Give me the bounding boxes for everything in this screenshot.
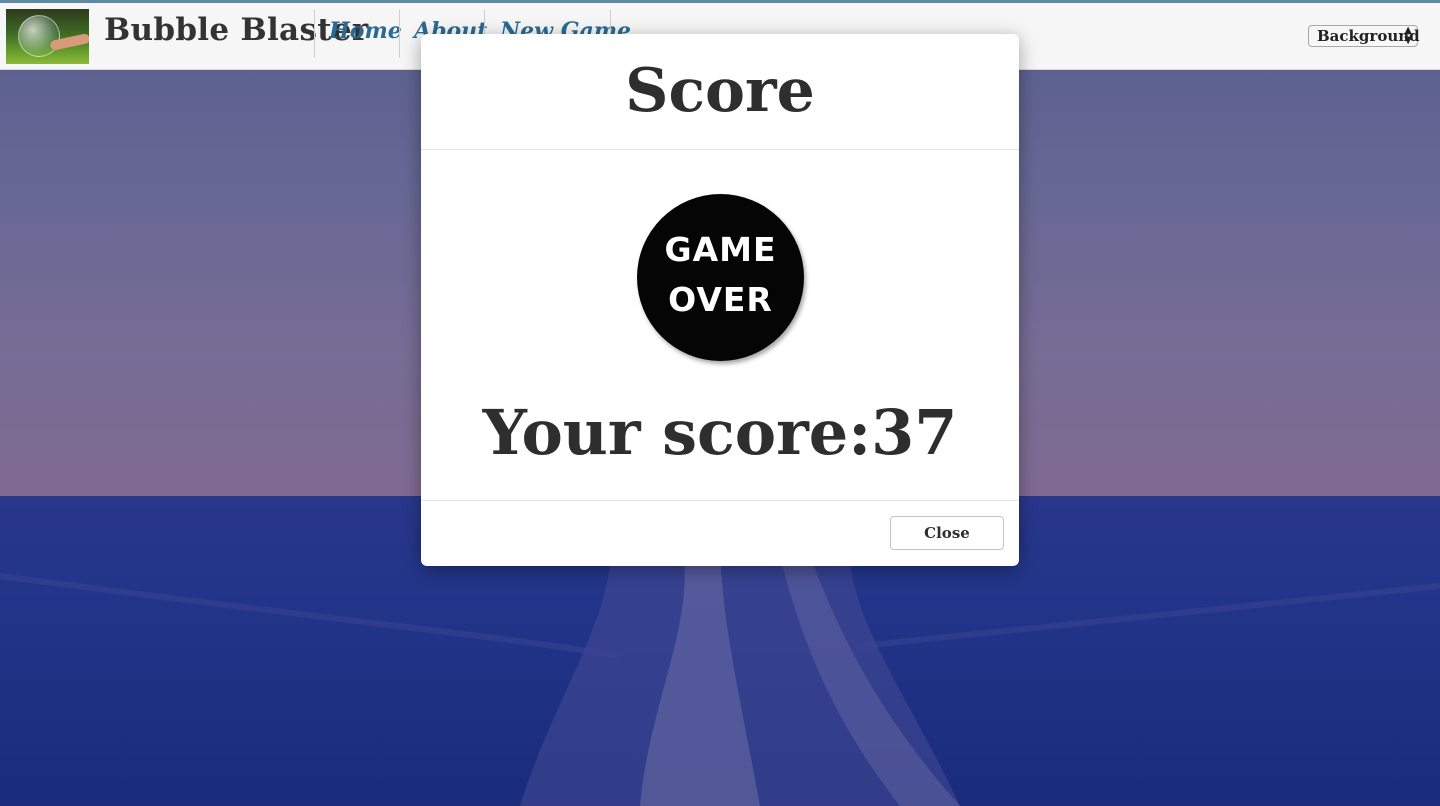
score-label: Your score: xyxy=(482,396,872,469)
score-readout: Your score:37 xyxy=(421,396,1019,469)
brand-logo-image[interactable] xyxy=(6,9,89,64)
game-over-badge: GAME OVER xyxy=(637,194,804,361)
game-over-line-2: OVER xyxy=(668,280,773,319)
background-select[interactable]: Background ▲ ▼ xyxy=(1308,25,1420,47)
nav-divider xyxy=(399,10,400,58)
score-modal: Score GAME OVER Your score:37 Close xyxy=(421,34,1019,566)
game-over-line-1: GAME xyxy=(664,230,777,269)
bubble-icon xyxy=(18,15,60,57)
close-button[interactable]: Close xyxy=(890,516,1004,550)
nav-link-home[interactable]: Home xyxy=(329,18,402,44)
modal-title: Score xyxy=(625,56,815,126)
nav-divider xyxy=(314,10,315,58)
modal-header-divider xyxy=(421,149,1019,150)
select-arrows-icon: ▲ ▼ xyxy=(1404,25,1412,46)
score-value: 37 xyxy=(871,396,958,469)
navbar-accent-line xyxy=(0,0,1440,3)
modal-footer-divider xyxy=(421,500,1019,501)
